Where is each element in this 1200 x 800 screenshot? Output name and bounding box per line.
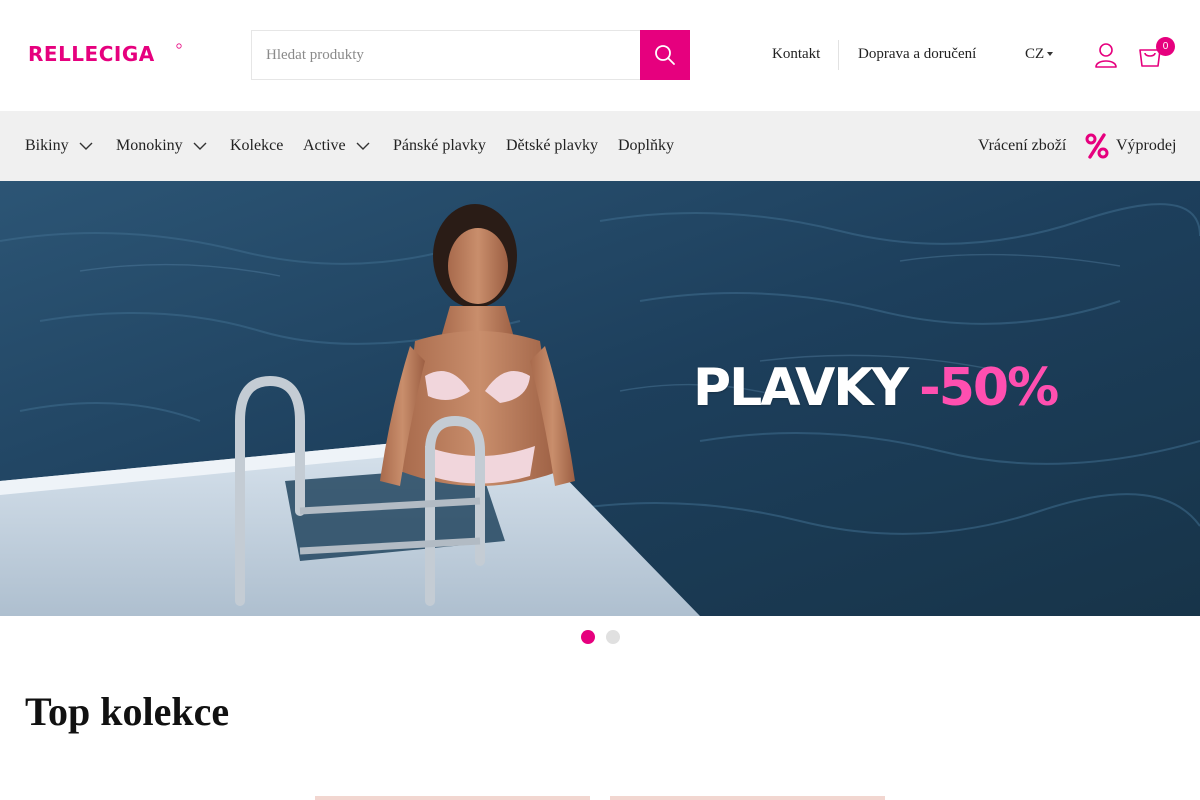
- main-navigation: Bikiny Monokiny Kolekce Active Pánské pl…: [0, 111, 1200, 181]
- chevron-down-icon: [356, 142, 370, 150]
- nav-item-detske-plavky[interactable]: Dětské plavky: [506, 111, 598, 181]
- nav-item-doplnky[interactable]: Doplňky: [618, 111, 674, 181]
- chevron-down-icon: [193, 142, 207, 150]
- collection-card-image[interactable]: [315, 796, 590, 800]
- nav-item-monokiny[interactable]: Monokiny: [116, 111, 207, 181]
- caret-down-icon: [1047, 51, 1054, 56]
- header-divider: [838, 40, 839, 70]
- language-label: CZ: [1025, 46, 1045, 62]
- nav-item-bikiny[interactable]: Bikiny: [25, 111, 93, 181]
- hero-discount-text: -50%: [919, 358, 1059, 418]
- nav-item-label: Kolekce: [230, 137, 284, 154]
- carousel-dot-2[interactable]: [605, 630, 620, 644]
- contact-link[interactable]: Kontakt: [772, 46, 820, 63]
- chevron-down-icon: [79, 142, 93, 150]
- nav-item-active[interactable]: Active: [303, 111, 370, 181]
- site-header: RELLECIGA Kontakt Doprava a doručení CZ …: [0, 0, 1200, 111]
- nav-item-label: Dětské plavky: [506, 137, 598, 154]
- carousel-dot-1[interactable]: [580, 630, 595, 644]
- user-icon[interactable]: [1094, 42, 1118, 68]
- svg-text:RELLECIGA: RELLECIGA: [28, 42, 155, 66]
- percent-icon: [1085, 133, 1109, 159]
- nav-item-label: Doplňky: [618, 137, 674, 154]
- cart-count-badge: 0: [1156, 37, 1175, 56]
- nav-item-returns[interactable]: Vrácení zboží: [978, 111, 1066, 181]
- collection-card-image[interactable]: [610, 796, 885, 800]
- language-selector[interactable]: CZ: [1025, 46, 1054, 63]
- section-title-top-collections: Top kolekce: [25, 689, 230, 734]
- nav-item-sale[interactable]: Výprodej: [1085, 111, 1176, 181]
- nav-item-label: Monokiny: [116, 137, 183, 154]
- nav-item-panske-plavky[interactable]: Pánské plavky: [393, 111, 486, 181]
- search-button[interactable]: [640, 30, 690, 80]
- search-input[interactable]: [251, 30, 640, 80]
- nav-item-kolekce[interactable]: Kolekce: [230, 111, 283, 181]
- carousel-pagination: [0, 630, 1200, 644]
- nav-item-label: Active: [303, 137, 346, 154]
- nav-item-label: Výprodej: [1116, 137, 1177, 154]
- shipping-link[interactable]: Doprava a doručení: [858, 46, 976, 63]
- search-icon: [655, 45, 675, 65]
- hero-headline-text: PLAVKY: [693, 358, 909, 418]
- brand-logo[interactable]: RELLECIGA: [28, 41, 184, 67]
- hero-headline: PLAVKY -50%: [693, 362, 1059, 414]
- search-bar: [251, 30, 690, 80]
- hero-banner[interactable]: PLAVKY -50%: [0, 181, 1200, 616]
- nav-item-label: Vrácení zboží: [978, 137, 1067, 154]
- nav-item-label: Pánské plavky: [393, 137, 486, 154]
- nav-item-label: Bikiny: [25, 137, 69, 154]
